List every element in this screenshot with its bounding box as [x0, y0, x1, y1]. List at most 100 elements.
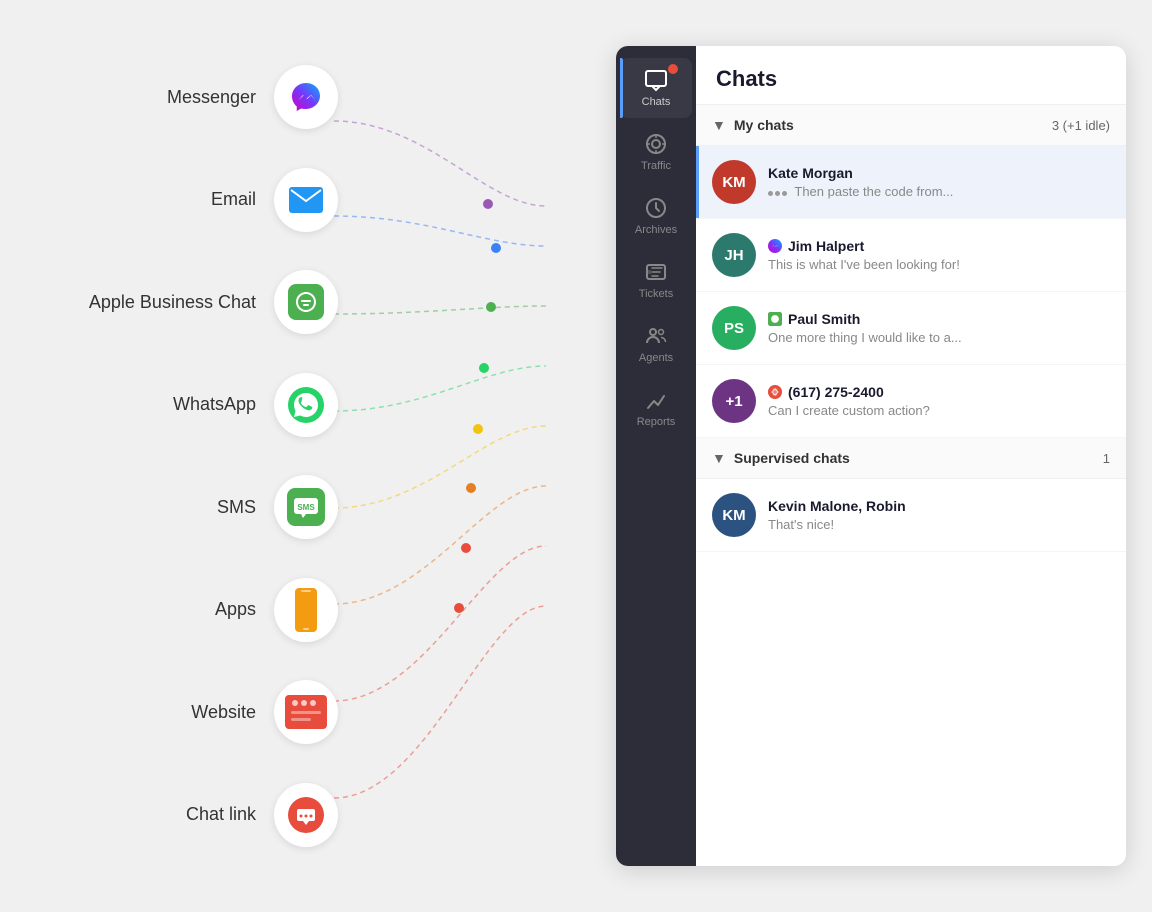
chat-item-kevin-malone[interactable]: KM Kevin Malone, Robin That's nice!: [696, 479, 1126, 552]
chat-preview-jim: This is what I've been looking for!: [768, 257, 1110, 272]
nav-item-agents-label: Agents: [639, 352, 673, 364]
chat-panel-title: Chats: [716, 66, 1106, 92]
agents-icon: [644, 324, 668, 348]
nav-item-tickets-label: Tickets: [639, 288, 673, 300]
avatar-phone: +1: [712, 379, 756, 423]
chat-item-phone[interactable]: +1 (617) 275-2400 Can I create custom a: [696, 365, 1126, 438]
main-container: Messenger Email: [26, 26, 1126, 886]
typing-dot-1: [768, 191, 773, 196]
nav-item-archives-label: Archives: [635, 224, 677, 236]
chat-name-row-jim: Jim Halpert: [768, 238, 1110, 254]
channel-chatlink-label: Chat link: [46, 804, 256, 825]
avatar-kevin-malone: KM: [712, 493, 756, 537]
chat-info-paul: Paul Smith One more thing I would like t…: [768, 311, 1110, 345]
chat-preview-phone: Can I create custom action?: [768, 403, 1110, 418]
channel-website: Website: [46, 680, 566, 744]
chat-name-row-phone: (617) 275-2400: [768, 384, 1110, 400]
traffic-icon: [644, 132, 668, 156]
sms-icon: SMS: [274, 475, 338, 539]
channel-messenger-label: Messenger: [46, 87, 256, 108]
connection-lines: [26, 26, 566, 886]
supervised-chats-title: Supervised chats: [734, 450, 1103, 466]
typing-dot-3: [782, 191, 787, 196]
channel-messenger: Messenger: [46, 65, 566, 129]
nav-item-reports-label: Reports: [637, 416, 676, 428]
email-icon: [274, 168, 338, 232]
chat-info-kate-morgan: Kate Morgan Then paste the code from...: [768, 165, 1110, 199]
chat-panel: Chats ▼ My chats 3 (+1 idle) KM Kate Mor…: [696, 46, 1126, 866]
my-chats-section-header[interactable]: ▼ My chats 3 (+1 idle): [696, 105, 1126, 146]
nav-badge-chats: [668, 64, 678, 74]
my-chats-chevron: ▼: [712, 117, 726, 133]
supervised-chats-list: KM Kevin Malone, Robin That's nice!: [696, 479, 1126, 552]
chat-item-kate-morgan[interactable]: KM Kate Morgan Then paste the code from.…: [696, 146, 1126, 219]
chat-name-row-kate: Kate Morgan: [768, 165, 1110, 181]
apps-icon: [274, 578, 338, 642]
whatsapp-icon: [274, 373, 338, 437]
chat-name-jim: Jim Halpert: [788, 238, 864, 254]
chat-preview-text-kate: Then paste the code from...: [794, 184, 953, 199]
active-bar: [620, 58, 623, 118]
my-chats-count: 3 (+1 idle): [1052, 118, 1110, 133]
phone-source-icon: [768, 385, 782, 399]
chat-name-row-paul: Paul Smith: [768, 311, 1110, 327]
channel-whatsapp-label: WhatsApp: [46, 394, 256, 415]
chat-panel-header: Chats: [696, 46, 1126, 105]
nav-item-tickets[interactable]: Tickets: [620, 250, 692, 310]
chat-name-kate: Kate Morgan: [768, 165, 853, 181]
avatar-jim-halpert: JH: [712, 233, 756, 277]
chat-item-jim-halpert[interactable]: JH: [696, 219, 1126, 292]
chatlink-icon: [274, 783, 338, 847]
supervised-chats-chevron: ▼: [712, 450, 726, 466]
channels-section: Messenger Email: [26, 26, 566, 886]
nav-item-archives[interactable]: Archives: [620, 186, 692, 246]
chats-icon: [644, 68, 668, 92]
messenger-icon: [274, 65, 338, 129]
channel-apps-label: Apps: [46, 599, 256, 620]
messenger-source-icon: [768, 239, 782, 253]
nav-item-chats-label: Chats: [642, 96, 671, 108]
nav-item-chats[interactable]: Chats: [620, 58, 692, 118]
channel-sms: SMS SMS: [46, 475, 566, 539]
archives-icon: [644, 196, 668, 220]
my-chats-title: My chats: [734, 117, 1052, 133]
nav-item-agents[interactable]: Agents: [620, 314, 692, 374]
chat-name-row-kevin: Kevin Malone, Robin: [768, 498, 1110, 514]
nav-item-reports[interactable]: Reports: [620, 378, 692, 438]
chat-item-paul-smith[interactable]: PS Paul Smith One more thing I would lik…: [696, 292, 1126, 365]
chat-preview-paul: One more thing I would like to a...: [768, 330, 1110, 345]
channel-chatlink: Chat link: [46, 783, 566, 847]
svg-text:SMS: SMS: [297, 503, 315, 512]
chat-name-kevin: Kevin Malone, Robin: [768, 498, 906, 514]
supervised-chats-count: 1: [1103, 451, 1110, 466]
avatar-kate-morgan: KM: [712, 160, 756, 204]
channel-apple: Apple Business Chat: [46, 270, 566, 334]
typing-dot-2: [775, 191, 780, 196]
my-chats-list: KM Kate Morgan Then paste the code from.…: [696, 146, 1126, 438]
nav-item-traffic[interactable]: Traffic: [620, 122, 692, 182]
reports-icon: [644, 388, 668, 412]
chat-info-kevin: Kevin Malone, Robin That's nice!: [768, 498, 1110, 532]
apple-source-icon: [768, 312, 782, 326]
channel-whatsapp: WhatsApp: [46, 373, 566, 437]
typing-dots: [768, 191, 787, 196]
active-chat-indicator: [696, 146, 699, 218]
tickets-icon: [644, 260, 668, 284]
channel-email: Email: [46, 168, 566, 232]
chat-name-phone: (617) 275-2400: [788, 384, 884, 400]
nav-item-traffic-label: Traffic: [641, 160, 671, 172]
sidebar-nav: Chats Traffic Archives: [616, 46, 696, 866]
channel-sms-label: SMS: [46, 497, 256, 518]
chat-preview-kate: Then paste the code from...: [768, 184, 1110, 199]
channel-apps: Apps: [46, 578, 566, 642]
chat-info-phone: (617) 275-2400 Can I create custom actio…: [768, 384, 1110, 418]
chat-preview-kevin: That's nice!: [768, 517, 1110, 532]
channel-email-label: Email: [46, 189, 256, 210]
apple-chat-icon: [274, 270, 338, 334]
chat-name-paul: Paul Smith: [788, 311, 860, 327]
supervised-chats-section-header[interactable]: ▼ Supervised chats 1: [696, 438, 1126, 479]
chat-info-jim: Jim Halpert This is what I've been looki…: [768, 238, 1110, 272]
channel-apple-label: Apple Business Chat: [46, 292, 256, 313]
channel-website-label: Website: [46, 702, 256, 723]
avatar-paul-smith: PS: [712, 306, 756, 350]
